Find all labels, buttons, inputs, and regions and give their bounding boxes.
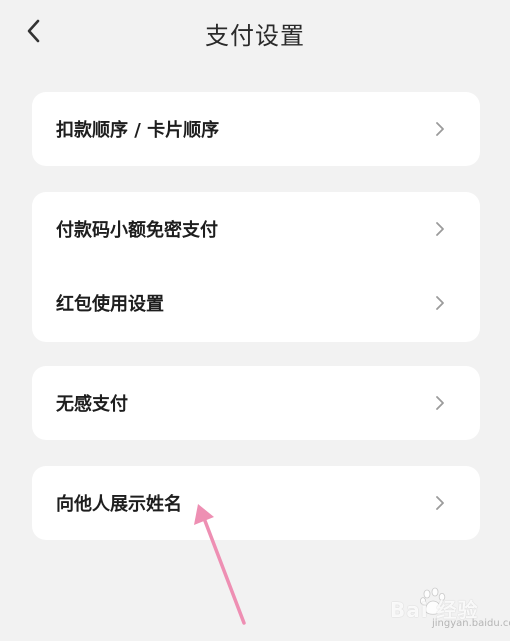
watermark: Bai 经验 jingyan.baidu.com bbox=[390, 586, 510, 632]
annotation-arrow-icon bbox=[194, 504, 246, 625]
setting-row-deduction-order[interactable]: 扣款顺序 / 卡片顺序 bbox=[32, 96, 480, 162]
settings-card-deduction: 扣款顺序 / 卡片顺序 bbox=[32, 92, 480, 166]
chevron-right-icon bbox=[434, 295, 446, 311]
chevron-right-icon bbox=[434, 121, 446, 137]
setting-row-label: 向他人展示姓名 bbox=[56, 494, 182, 515]
settings-card-payment-code: 付款码小额免密支付 红包使用设置 bbox=[32, 192, 480, 342]
setting-row-red-packet[interactable]: 红包使用设置 bbox=[32, 270, 480, 336]
chevron-right-icon bbox=[434, 395, 446, 411]
setting-row-small-amount-no-password[interactable]: 付款码小额免密支付 bbox=[32, 196, 480, 262]
settings-card-seamless-pay: 无感支付 bbox=[32, 366, 480, 440]
setting-row-label: 扣款顺序 / 卡片顺序 bbox=[56, 120, 220, 141]
setting-row-seamless-pay[interactable]: 无感支付 bbox=[32, 370, 480, 436]
chevron-right-icon bbox=[434, 221, 446, 237]
nav-bar: 支付设置 bbox=[0, 0, 510, 64]
chevron-right-icon bbox=[434, 495, 446, 511]
watermark-url: jingyan.baidu.com bbox=[432, 618, 510, 629]
setting-row-label: 付款码小额免密支付 bbox=[56, 220, 218, 241]
setting-row-label: 红包使用设置 bbox=[56, 294, 164, 315]
page-title: 支付设置 bbox=[205, 22, 305, 50]
setting-row-label: 无感支付 bbox=[56, 394, 128, 415]
